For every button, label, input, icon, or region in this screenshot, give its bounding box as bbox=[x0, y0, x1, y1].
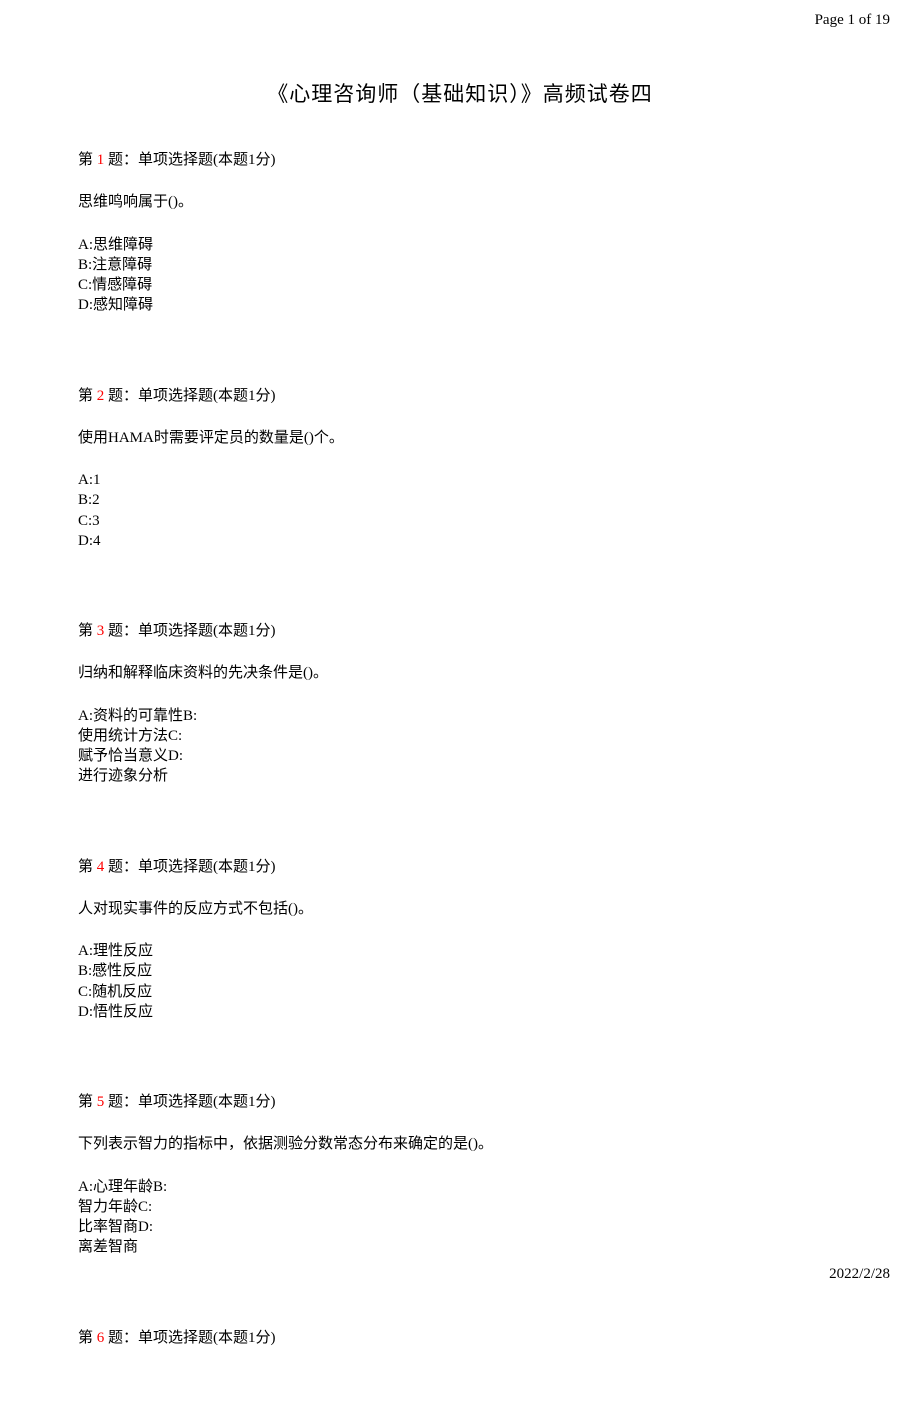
question-suffix: 题：单项选择题(本题1分) bbox=[104, 859, 275, 875]
footer-date: 2022/2/28 bbox=[829, 1266, 890, 1282]
question-block: 第 5 题：单项选择题(本题1分) 下列表示智力的指标中，依据测验分数常态分布来… bbox=[78, 1092, 842, 1258]
question-block: 第 2 题：单项选择题(本题1分) 使用HAMA时需要评定员的数量是()个。 A… bbox=[78, 386, 842, 552]
question-prefix: 第 bbox=[78, 152, 97, 168]
question-options: A:思维障碍 B:注意障碍 C:情感障碍 D:感知障碍 bbox=[78, 235, 842, 316]
question-suffix: 题：单项选择题(本题1分) bbox=[104, 152, 275, 168]
question-stem: 下列表示智力的指标中，依据测验分数常态分布来确定的是()。 bbox=[78, 1134, 842, 1154]
question-options: A:理性反应 B:感性反应 C:随机反应 D:悟性反应 bbox=[78, 941, 842, 1022]
question-stem: 归纳和解释临床资料的先决条件是()。 bbox=[78, 663, 842, 683]
question-suffix: 题：单项选择题(本题1分) bbox=[104, 1330, 275, 1346]
question-options: A:资料的可靠性B: 使用统计方法C: 赋予恰当意义D: 进行迹象分析 bbox=[78, 706, 842, 787]
document-title: 《心理咨询师（基础知识）》高频试卷四 bbox=[78, 78, 842, 108]
question-prefix: 第 bbox=[78, 859, 97, 875]
question-header: 第 2 题：单项选择题(本题1分) bbox=[78, 386, 842, 406]
question-header: 第 3 题：单项选择题(本题1分) bbox=[78, 621, 842, 641]
question-options: A:1 B:2 C:3 D:4 bbox=[78, 470, 842, 551]
question-block: 第 6 题：单项选择题(本题1分) bbox=[78, 1328, 842, 1348]
question-prefix: 第 bbox=[78, 623, 97, 639]
question-block: 第 1 题：单项选择题(本题1分) 思维鸣响属于()。 A:思维障碍 B:注意障… bbox=[78, 150, 842, 316]
question-header: 第 1 题：单项选择题(本题1分) bbox=[78, 150, 842, 170]
question-header: 第 6 题：单项选择题(本题1分) bbox=[78, 1328, 842, 1348]
question-prefix: 第 bbox=[78, 1094, 97, 1110]
question-block: 第 3 题：单项选择题(本题1分) 归纳和解释临床资料的先决条件是()。 A:资… bbox=[78, 621, 842, 787]
question-prefix: 第 bbox=[78, 388, 97, 404]
question-header: 第 4 题：单项选择题(本题1分) bbox=[78, 857, 842, 877]
question-block: 第 4 题：单项选择题(本题1分) 人对现实事件的反应方式不包括()。 A:理性… bbox=[78, 857, 842, 1023]
question-suffix: 题：单项选择题(本题1分) bbox=[104, 1094, 275, 1110]
question-stem: 使用HAMA时需要评定员的数量是()个。 bbox=[78, 428, 842, 448]
question-number: 6 bbox=[97, 1330, 105, 1346]
question-options: A:心理年龄B: 智力年龄C: 比率智商D: 离差智商 bbox=[78, 1177, 842, 1258]
page-indicator: Page 1 of 19 bbox=[815, 12, 890, 28]
question-stem: 人对现实事件的反应方式不包括()。 bbox=[78, 899, 842, 919]
page-header: Page 1 of 19 bbox=[815, 12, 890, 29]
question-suffix: 题：单项选择题(本题1分) bbox=[104, 388, 275, 404]
page-footer: 2022/2/28 bbox=[829, 1266, 890, 1283]
question-stem: 思维鸣响属于()。 bbox=[78, 192, 842, 212]
document-content: 《心理咨询师（基础知识）》高频试卷四 第 1 题：单项选择题(本题1分) 思维鸣… bbox=[78, 78, 842, 1418]
question-suffix: 题：单项选择题(本题1分) bbox=[104, 623, 275, 639]
question-prefix: 第 bbox=[78, 1330, 97, 1346]
question-header: 第 5 题：单项选择题(本题1分) bbox=[78, 1092, 842, 1112]
